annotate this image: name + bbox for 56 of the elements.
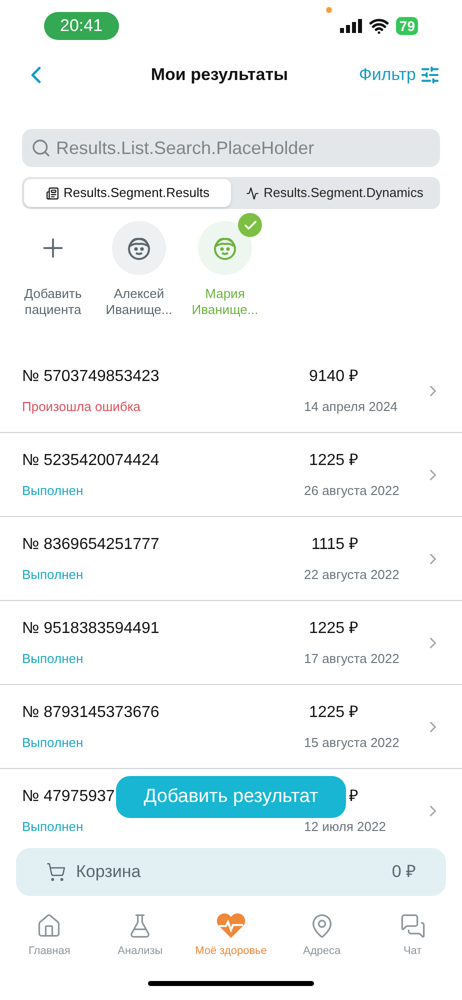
tab-bar-item[interactable]: Адреса bbox=[276, 912, 368, 960]
order-number: № 9518383594491 bbox=[22, 618, 160, 639]
order-date: 17 августа 2022 bbox=[304, 650, 400, 668]
tab-bar-item[interactable]: Главная bbox=[4, 912, 95, 960]
order-price: 1225 ₽ bbox=[308, 450, 358, 471]
chat-icon bbox=[400, 912, 426, 939]
tab-bar-item[interactable]: Чат bbox=[367, 912, 458, 960]
order-price: 1115 ₽ bbox=[310, 534, 358, 555]
patient-item[interactable]: Добавить пациента bbox=[15, 213, 91, 329]
order-row[interactable]: № 8793145373676 Выполнен 1225 ₽ 15 августа 2022 bbox=[0, 685, 462, 769]
order-row[interactable]: № 8369654251777 Выполнен 1115 ₽ 22 августа 2022 bbox=[0, 517, 462, 601]
order-status: Выполнен bbox=[22, 650, 84, 668]
signal-icon bbox=[340, 19, 362, 33]
order-price: 1225 ₽ bbox=[308, 702, 358, 723]
order-status: Выполнен bbox=[22, 482, 84, 500]
cart-total: 0 ₽ bbox=[392, 861, 416, 884]
boy-face-icon bbox=[126, 235, 152, 261]
search-field[interactable]: Results.List.Search.PlaceHolder bbox=[22, 129, 440, 167]
order-status: Выполнен bbox=[22, 566, 84, 584]
order-date: 22 августа 2022 bbox=[304, 566, 400, 584]
wifi-icon bbox=[369, 16, 390, 36]
home-icon bbox=[36, 912, 62, 939]
filter-button[interactable]: Фильтр bbox=[358, 62, 440, 88]
order-date: 26 августа 2022 bbox=[304, 482, 400, 500]
boy-face-icon bbox=[212, 235, 238, 261]
order-row[interactable]: № 9518383594491 Выполнен 1225 ₽ 17 августа 2022 bbox=[0, 601, 462, 685]
cart-label: Корзина bbox=[76, 861, 142, 884]
segment-tab[interactable]: Results.Segment.Results bbox=[24, 179, 231, 207]
order-row[interactable]: № 5703749853423 Произошла ошибка 9140 ₽ 14 апреля 2024 bbox=[0, 349, 462, 433]
order-number: № 8369654251777 bbox=[22, 534, 160, 555]
search-icon bbox=[31, 138, 51, 158]
order-status: Выполнен bbox=[22, 734, 84, 752]
heart-pulse-icon bbox=[214, 912, 247, 939]
order-status: Произошла ошибка bbox=[22, 398, 141, 416]
order-price: 9140 ₽ bbox=[308, 366, 358, 387]
order-price: 1225 ₽ bbox=[308, 618, 358, 639]
battery-level: 79 bbox=[396, 17, 418, 35]
order-date: 15 августа 2022 bbox=[304, 734, 400, 752]
patient-item[interactable]: Алексей Иванище... bbox=[101, 213, 177, 329]
order-number: № 5703749853423 bbox=[22, 366, 160, 387]
cart-icon bbox=[46, 862, 66, 882]
order-date: 12 июля 2022 bbox=[304, 818, 386, 836]
order-number: № 47975937 bbox=[22, 786, 115, 807]
page-title: Мои результаты bbox=[150, 64, 288, 86]
order-status: Выполнен bbox=[22, 818, 84, 836]
document-icon bbox=[46, 186, 59, 200]
status-time: 20:41 bbox=[44, 12, 119, 40]
order-row[interactable]: № 5235420074424 Выполнен 1225 ₽ 26 августа 2022 bbox=[0, 433, 462, 517]
sliders-icon bbox=[420, 65, 440, 85]
order-date: 14 апреля 2024 bbox=[304, 398, 398, 416]
tab-bar-item[interactable]: Анализы bbox=[94, 912, 186, 960]
pulse-icon bbox=[246, 186, 259, 200]
order-number: № 5235420074424 bbox=[22, 450, 160, 471]
order-number: № 8793145373676 bbox=[22, 702, 160, 723]
cart-bar[interactable]: Корзина 0 ₽ bbox=[16, 848, 446, 896]
segment-tab[interactable]: Results.Segment.Dynamics bbox=[231, 179, 438, 207]
